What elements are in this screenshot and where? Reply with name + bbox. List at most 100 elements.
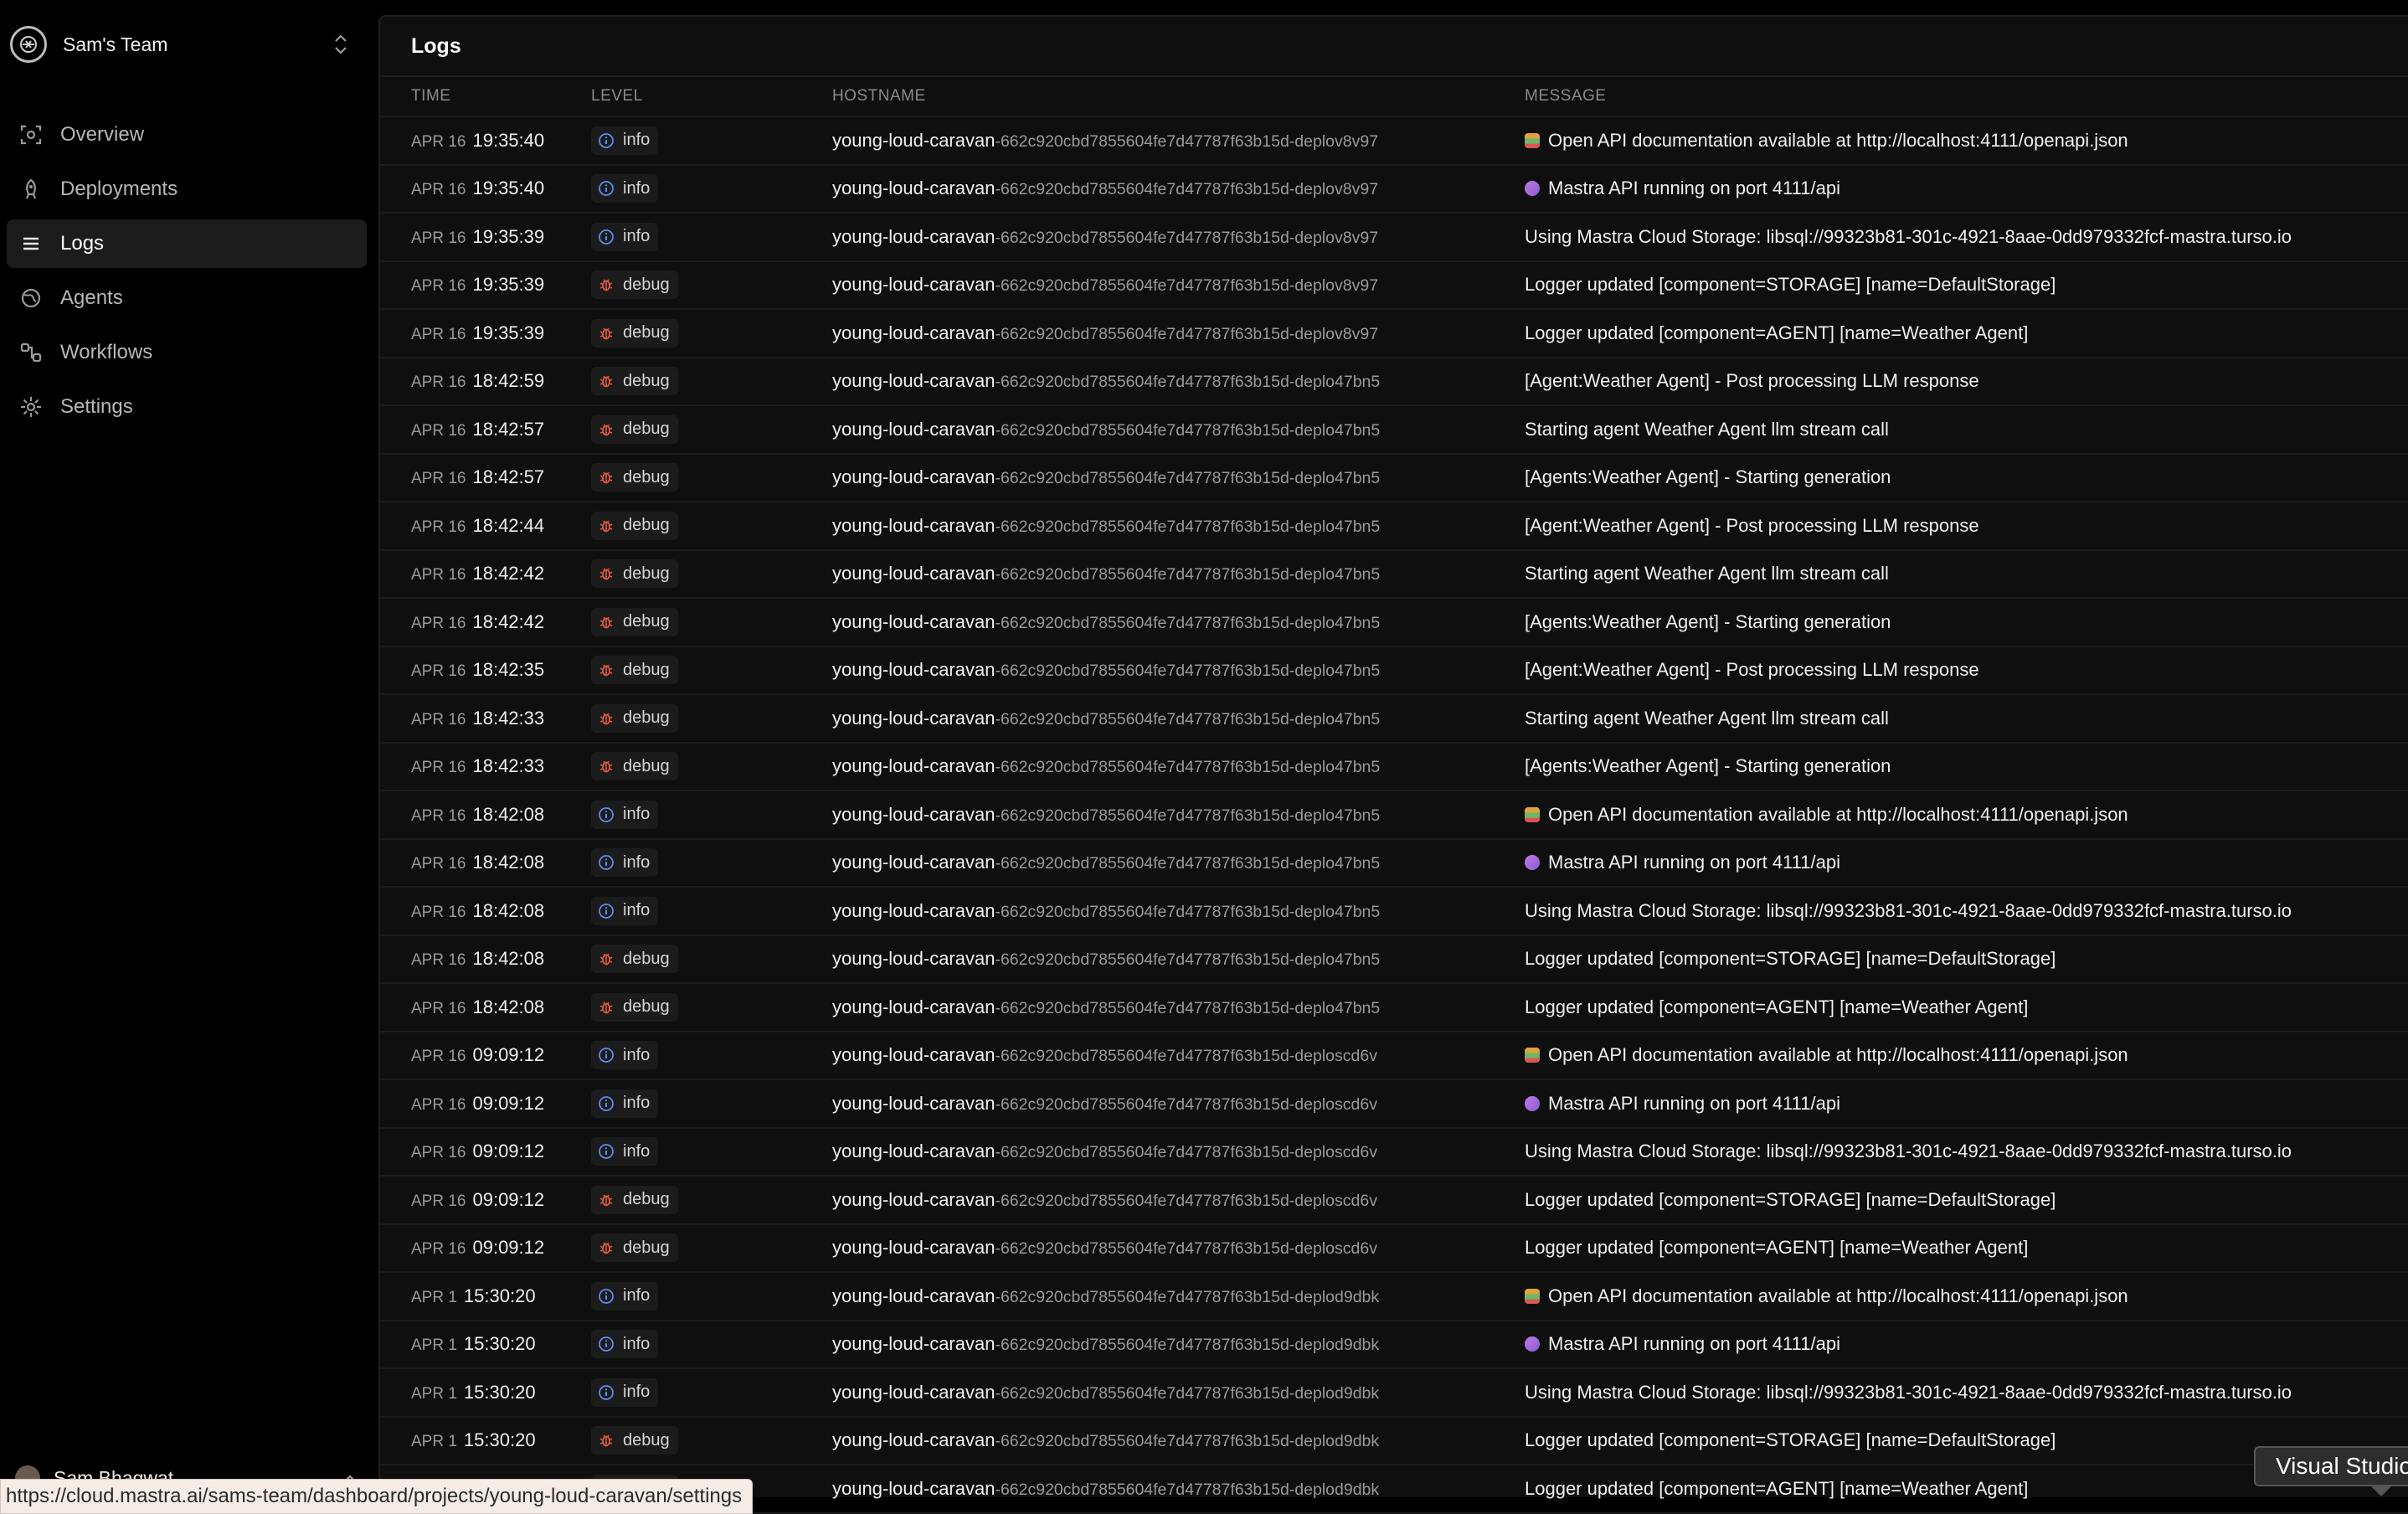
table-row[interactable]: APR 16 19:35:40 info young-loud-caravan-662… xyxy=(380,117,2408,166)
table-row[interactable]: APR 16 19:35:40 info young-loud-caravan-662… xyxy=(380,166,2408,214)
log-hostname-cell: young-loud-caravan-662c920cbd7855604fe7d… xyxy=(832,1382,1525,1403)
column-header-message[interactable]: MESSAGE xyxy=(1525,87,2408,106)
hostname: young-loud-caravan xyxy=(832,707,996,729)
log-message: Mastra API running on port 4111/api xyxy=(1548,1092,1840,1114)
deployment-id: -662c920cbd7855604fe7d47787f63b15d-deplo… xyxy=(995,758,1381,777)
log-date: APR 16 xyxy=(411,710,466,729)
log-time: 18:42:57 xyxy=(472,418,545,440)
table-row[interactable]: APR 16 18:42:59 debug young-loud-caravan-66… xyxy=(380,358,2408,406)
table-row[interactable]: APR 16 18:42:35 debug young-loud-caravan-66… xyxy=(380,647,2408,695)
log-message-cell: Starting agent Weather Agent llm stream … xyxy=(1525,563,2408,584)
deployment-id: -662c920cbd7855604fe7d47787f63b15d-deplo… xyxy=(995,1239,1377,1259)
log-date: APR 16 xyxy=(411,373,466,392)
bug-icon xyxy=(598,518,615,534)
team-switcher[interactable]: Sam's Team xyxy=(10,23,350,65)
table-row[interactable]: APR 16 18:42:42 debug young-loud-caravan-66… xyxy=(380,551,2408,599)
deployment-id: -662c920cbd7855604fe7d47787f63b15d-deplo… xyxy=(995,902,1381,921)
bug-icon xyxy=(598,999,615,1016)
level-badge: debug xyxy=(591,752,678,781)
table-row[interactable]: APR 16 09:09:12 info young-loud-caravan-662… xyxy=(380,1080,2408,1129)
log-level-cell: debug xyxy=(591,511,832,540)
log-time: 19:35:40 xyxy=(472,129,545,151)
log-hostname-cell: young-loud-caravan-662c920cbd7855604fe7d… xyxy=(832,1141,1525,1162)
hostname: young-loud-caravan xyxy=(832,466,996,488)
log-hostname-cell: young-loud-caravan-662c920cbd7855604fe7d… xyxy=(832,1333,1525,1355)
bug-icon xyxy=(598,710,615,727)
log-time-cell: APR 16 18:42:33 xyxy=(380,708,591,729)
table-row[interactable]: APR 16 19:35:39 debug young-loud-caravan-66… xyxy=(380,310,2408,358)
log-hostname-cell: young-loud-caravan-662c920cbd7855604fe7d… xyxy=(832,996,1525,1018)
table-row[interactable]: APR 1 15:30:20 info young-loud-caravan-662c… xyxy=(380,1273,2408,1321)
log-hostname-cell: young-loud-caravan-662c920cbd7855604fe7d… xyxy=(832,1093,1525,1115)
level-badge: debug xyxy=(591,511,678,540)
table-row[interactable]: APR 16 09:09:12 debug young-loud-caravan-66… xyxy=(380,1225,2408,1273)
table-row[interactable]: APR 16 18:42:42 debug young-loud-caravan-66… xyxy=(380,599,2408,647)
log-message-cell: Starting agent Weather Agent llm stream … xyxy=(1525,419,2408,440)
table-row[interactable]: APR 16 09:09:12 info young-loud-caravan-662… xyxy=(380,1129,2408,1177)
table-row[interactable]: APR 1 15:30:20 info young-loud-caravan-662c… xyxy=(380,1321,2408,1369)
workflow-icon xyxy=(18,340,44,365)
books-emoji-icon xyxy=(1525,806,1540,822)
column-header-time[interactable]: TIME xyxy=(380,87,591,106)
log-level-cell: debug xyxy=(591,318,832,348)
sidebar-item-workflows[interactable]: Workflows xyxy=(7,328,367,377)
table-row[interactable]: APR 16 09:09:12 debug young-loud-caravan-66… xyxy=(380,1177,2408,1225)
table-row[interactable]: APR 16 19:35:39 debug young-loud-caravan-66… xyxy=(380,262,2408,310)
log-date: APR 1 xyxy=(411,1433,457,1451)
info-icon xyxy=(598,132,615,149)
chevron-up-down-icon[interactable] xyxy=(332,32,350,57)
table-row[interactable]: APR 1 15:30:20 debug young-loud-caravan-662… xyxy=(380,1418,2408,1465)
bug-icon xyxy=(598,950,615,967)
table-row[interactable]: APR 16 18:42:33 debug young-loud-caravan-66… xyxy=(380,695,2408,744)
table-row[interactable]: APR 16 19:35:39 info young-loud-caravan-662… xyxy=(380,214,2408,262)
table-row[interactable]: APR 16 18:42:08 debug young-loud-caravan-66… xyxy=(380,984,2408,1033)
info-icon xyxy=(598,1336,615,1352)
log-date: APR 16 xyxy=(411,999,466,1017)
table-row[interactable]: APR 16 18:42:08 info young-loud-caravan-662… xyxy=(380,791,2408,840)
log-date: APR 16 xyxy=(411,614,466,632)
log-level-cell: debug xyxy=(591,463,832,492)
level-label: debug xyxy=(623,467,670,487)
log-message-cell: Open API documentation available at http… xyxy=(1525,1285,2408,1307)
table-row[interactable]: APR 16 18:42:57 debug young-loud-caravan-66… xyxy=(380,455,2408,502)
log-message: Starting agent Weather Agent llm stream … xyxy=(1525,418,1889,440)
sidebar-item-settings[interactable]: Settings xyxy=(7,383,367,431)
log-message: Mastra API running on port 4111/api xyxy=(1548,178,1840,199)
table-row[interactable]: APR 16 09:09:12 info young-loud-caravan-662… xyxy=(380,1033,2408,1080)
log-message-cell: Open API documentation available at http… xyxy=(1525,130,2408,152)
log-time: 18:42:08 xyxy=(472,899,545,921)
table-row[interactable]: APR 16 18:42:44 debug young-loud-caravan-66… xyxy=(380,502,2408,551)
sidebar-item-deployments[interactable]: Deployments xyxy=(7,165,367,214)
log-level-cell: debug xyxy=(591,367,832,396)
table-row[interactable]: APR 16 18:42:08 info young-loud-caravan-662… xyxy=(380,888,2408,936)
log-date: APR 1 xyxy=(411,1384,457,1403)
log-message-cell: [Agent:Weather Agent] - Post processing … xyxy=(1525,370,2408,392)
table-row[interactable]: APR 16 18:42:33 debug young-loud-caravan-66… xyxy=(380,744,2408,791)
log-message: Logger updated [component=STORAGE] [name… xyxy=(1525,1188,2056,1210)
log-level-cell: info xyxy=(591,1378,832,1407)
sidebar-item-agents[interactable]: Agents xyxy=(7,274,367,322)
log-time-cell: APR 16 09:09:12 xyxy=(380,1141,591,1162)
column-header-level[interactable]: LEVEL xyxy=(591,87,832,106)
sidebar-item-logs[interactable]: Logs xyxy=(7,219,367,268)
log-time-cell: APR 16 18:42:42 xyxy=(380,611,591,633)
deployment-id: -662c920cbd7855604fe7d47787f63b15d-deplo… xyxy=(995,324,1379,343)
table-row[interactable]: APR 1 15:30:20 info young-loud-caravan-662c… xyxy=(380,1369,2408,1418)
level-label: debug xyxy=(623,997,670,1017)
deployment-id: -662c920cbd7855604fe7d47787f63b15d-deplo… xyxy=(995,950,1381,970)
column-header-hostname[interactable]: HOSTNAME xyxy=(832,87,1525,106)
log-message: [Agents:Weather Agent] - Starting genera… xyxy=(1525,610,1891,632)
table-row[interactable]: APR 16 18:42:08 info young-loud-caravan-662… xyxy=(380,840,2408,888)
log-hostname-cell: young-loud-caravan-662c920cbd7855604fe7d… xyxy=(832,708,1525,729)
sidebar-item-overview[interactable]: Overview xyxy=(7,111,367,159)
hostname: young-loud-caravan xyxy=(832,1188,996,1210)
books-emoji-icon xyxy=(1525,1288,1540,1304)
deployment-id: -662c920cbd7855604fe7d47787f63b15d-deplo… xyxy=(995,709,1381,729)
table-row[interactable]: APR 16 18:42:57 debug young-loud-caravan-66… xyxy=(380,406,2408,455)
log-level-cell: info xyxy=(591,174,832,203)
team-name: Sam's Team xyxy=(63,33,168,55)
log-message-cell: Using Mastra Cloud Storage: libsql://993… xyxy=(1525,1382,2408,1403)
log-time: 18:42:42 xyxy=(472,563,545,584)
table-row[interactable]: APR 16 18:42:08 debug young-loud-caravan-66… xyxy=(380,936,2408,984)
log-time-cell: APR 1 15:30:20 xyxy=(380,1333,591,1355)
